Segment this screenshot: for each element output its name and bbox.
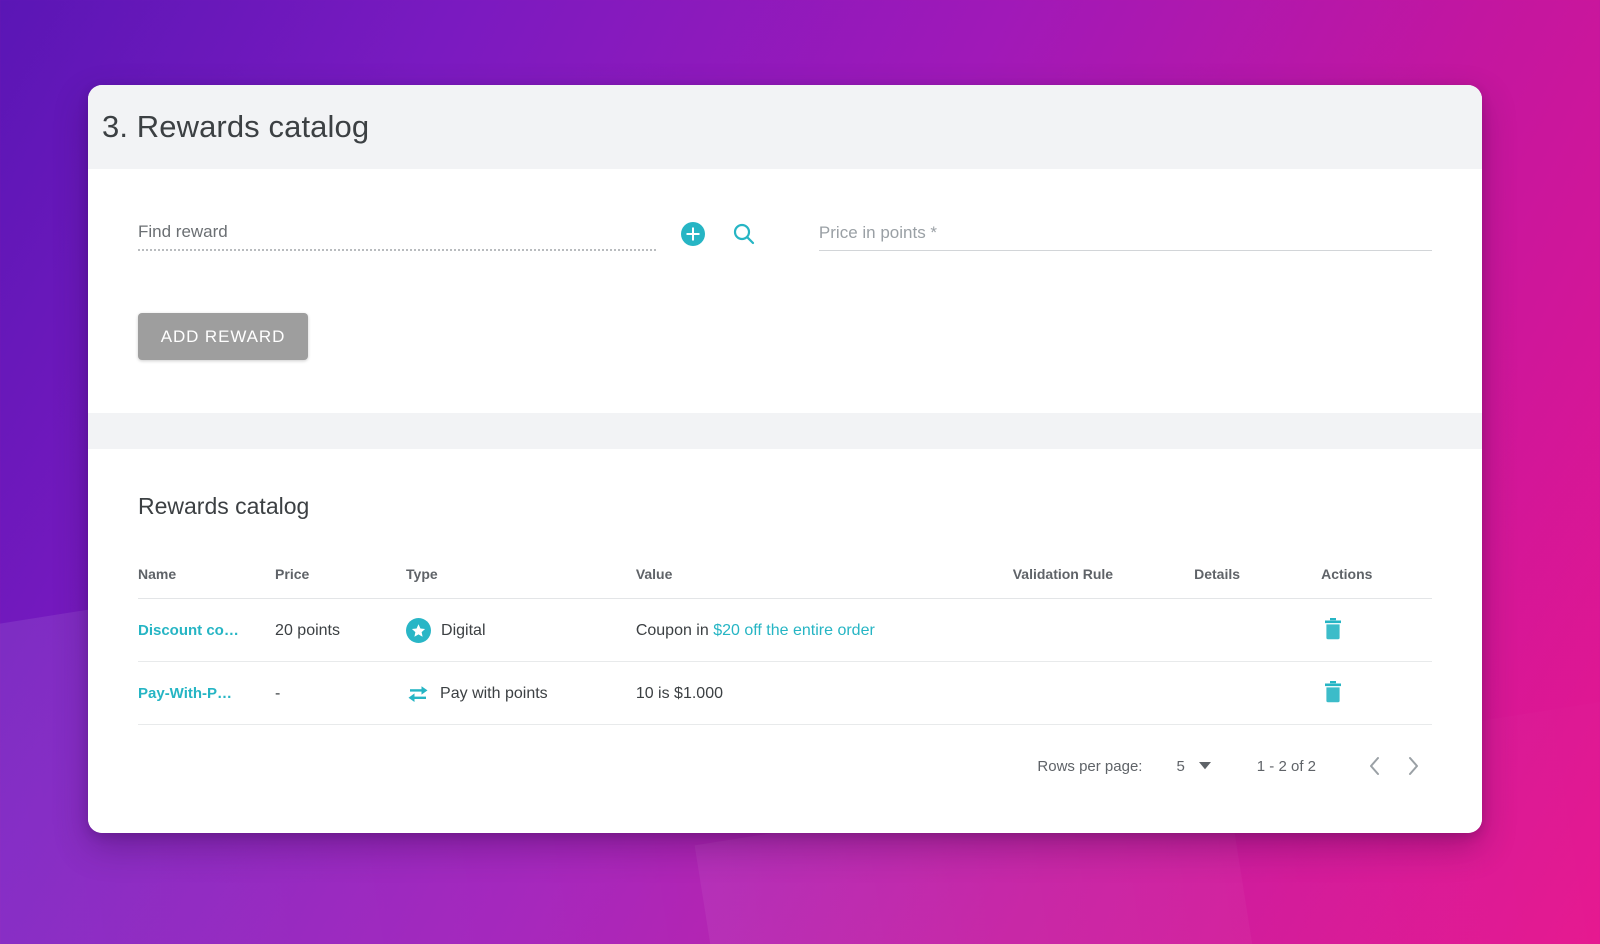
column-header-validation-rule: Validation Rule <box>1012 566 1195 599</box>
table-row: Discount co… 20 points Digital Coupon in… <box>138 598 1432 662</box>
panel-divider <box>88 413 1482 449</box>
table-body: Discount co… 20 points Digital Coupon in… <box>138 598 1432 725</box>
value-prefix: Coupon in <box>635 621 714 639</box>
type-label: Pay with points <box>440 684 548 702</box>
add-circle-icon-svg <box>680 222 705 246</box>
reward-form-panel: Find reward Price in points * ADD REWARD <box>88 169 1482 413</box>
cell-type: Digital <box>406 598 636 662</box>
add-reward-button[interactable]: ADD REWARD <box>138 313 308 360</box>
compare-arrows-icon <box>406 684 430 704</box>
chevron-right-icon <box>1409 757 1418 775</box>
delete-icon-svg <box>1325 618 1342 640</box>
cell-details <box>1194 598 1322 662</box>
cell-value: Coupon in $20 off the entire order <box>635 598 1013 662</box>
delete-icon-svg <box>1325 681 1342 703</box>
cell-details <box>1194 661 1322 725</box>
find-reward-field[interactable]: Find reward <box>138 222 656 251</box>
rewards-table-panel: Rewards catalog Name Price Type Value Va… <box>88 449 1482 833</box>
rows-per-page-value: 5 <box>1176 757 1185 775</box>
chevron-left-icon <box>1370 757 1379 775</box>
search-icon[interactable] <box>731 221 757 247</box>
cell-name: Discount co… <box>138 598 276 662</box>
page-title: 3. Rewards catalog <box>102 109 370 144</box>
delete-icon[interactable] <box>1321 679 1345 705</box>
column-header-price: Price <box>275 566 407 599</box>
cell-validation-rule <box>1012 598 1195 662</box>
table-head: Name Price Type Value Validation Rule De… <box>138 566 1432 599</box>
value-prefix: 10 is $1.000 <box>635 684 723 702</box>
table-row: Pay-With-P… - Pay with points 10 is $1.0… <box>138 661 1432 725</box>
price-in-points-underline <box>818 250 1432 251</box>
find-reward-underline <box>138 249 656 251</box>
cell-type: Pay with points <box>406 661 636 725</box>
star-badge-icon <box>406 618 432 643</box>
column-header-type: Type <box>406 566 636 599</box>
column-header-value: Value <box>635 566 1013 599</box>
cell-value: 10 is $1.000 <box>635 661 1013 725</box>
rewards-catalog-card: 3. Rewards catalog Find reward Price in … <box>88 85 1482 833</box>
compare-arrows-icon-svg <box>408 685 428 702</box>
star-icon-svg <box>411 624 426 637</box>
value-accent-link[interactable]: $20 off the entire order <box>713 622 875 639</box>
chevron-down-icon <box>1198 762 1211 770</box>
rewards-table: Name Price Type Value Validation Rule De… <box>138 566 1432 725</box>
table-title: Rewards catalog <box>138 493 310 519</box>
rows-per-page-label: Rows per page: <box>1037 757 1143 775</box>
next-page-button[interactable] <box>1394 747 1432 785</box>
cell-price: - <box>275 661 407 725</box>
column-header-name: Name <box>138 566 276 599</box>
search-icon-svg <box>733 223 755 245</box>
column-header-actions: Actions <box>1321 566 1432 599</box>
previous-page-button[interactable] <box>1356 747 1394 785</box>
delete-icon[interactable] <box>1321 616 1345 642</box>
form-row: Find reward Price in points * <box>138 221 1432 251</box>
reward-name-link[interactable]: Discount co… <box>138 622 239 639</box>
add-circle-icon[interactable] <box>680 221 706 247</box>
column-header-details: Details <box>1194 566 1322 599</box>
pagination-range: 1 - 2 of 2 <box>1256 757 1316 775</box>
paginator: Rows per page: 5 1 - 2 of 2 <box>138 725 1432 785</box>
cell-validation-rule <box>1012 661 1195 725</box>
rows-per-page-select[interactable]: 5 <box>1176 757 1211 775</box>
cell-price: 20 points <box>275 598 407 662</box>
cell-actions <box>1321 661 1432 725</box>
price-in-points-field[interactable]: Price in points * <box>818 223 1432 251</box>
type-label: Digital <box>441 621 486 639</box>
reward-name-link[interactable]: Pay-With-P… <box>138 685 232 702</box>
table-header-row: Name Price Type Value Validation Rule De… <box>138 566 1432 599</box>
find-reward-label: Find reward <box>138 222 228 241</box>
cell-name: Pay-With-P… <box>138 661 276 725</box>
cell-actions <box>1321 598 1432 662</box>
card-header: 3. Rewards catalog <box>88 85 1482 169</box>
price-in-points-label: Price in points * <box>818 223 938 242</box>
